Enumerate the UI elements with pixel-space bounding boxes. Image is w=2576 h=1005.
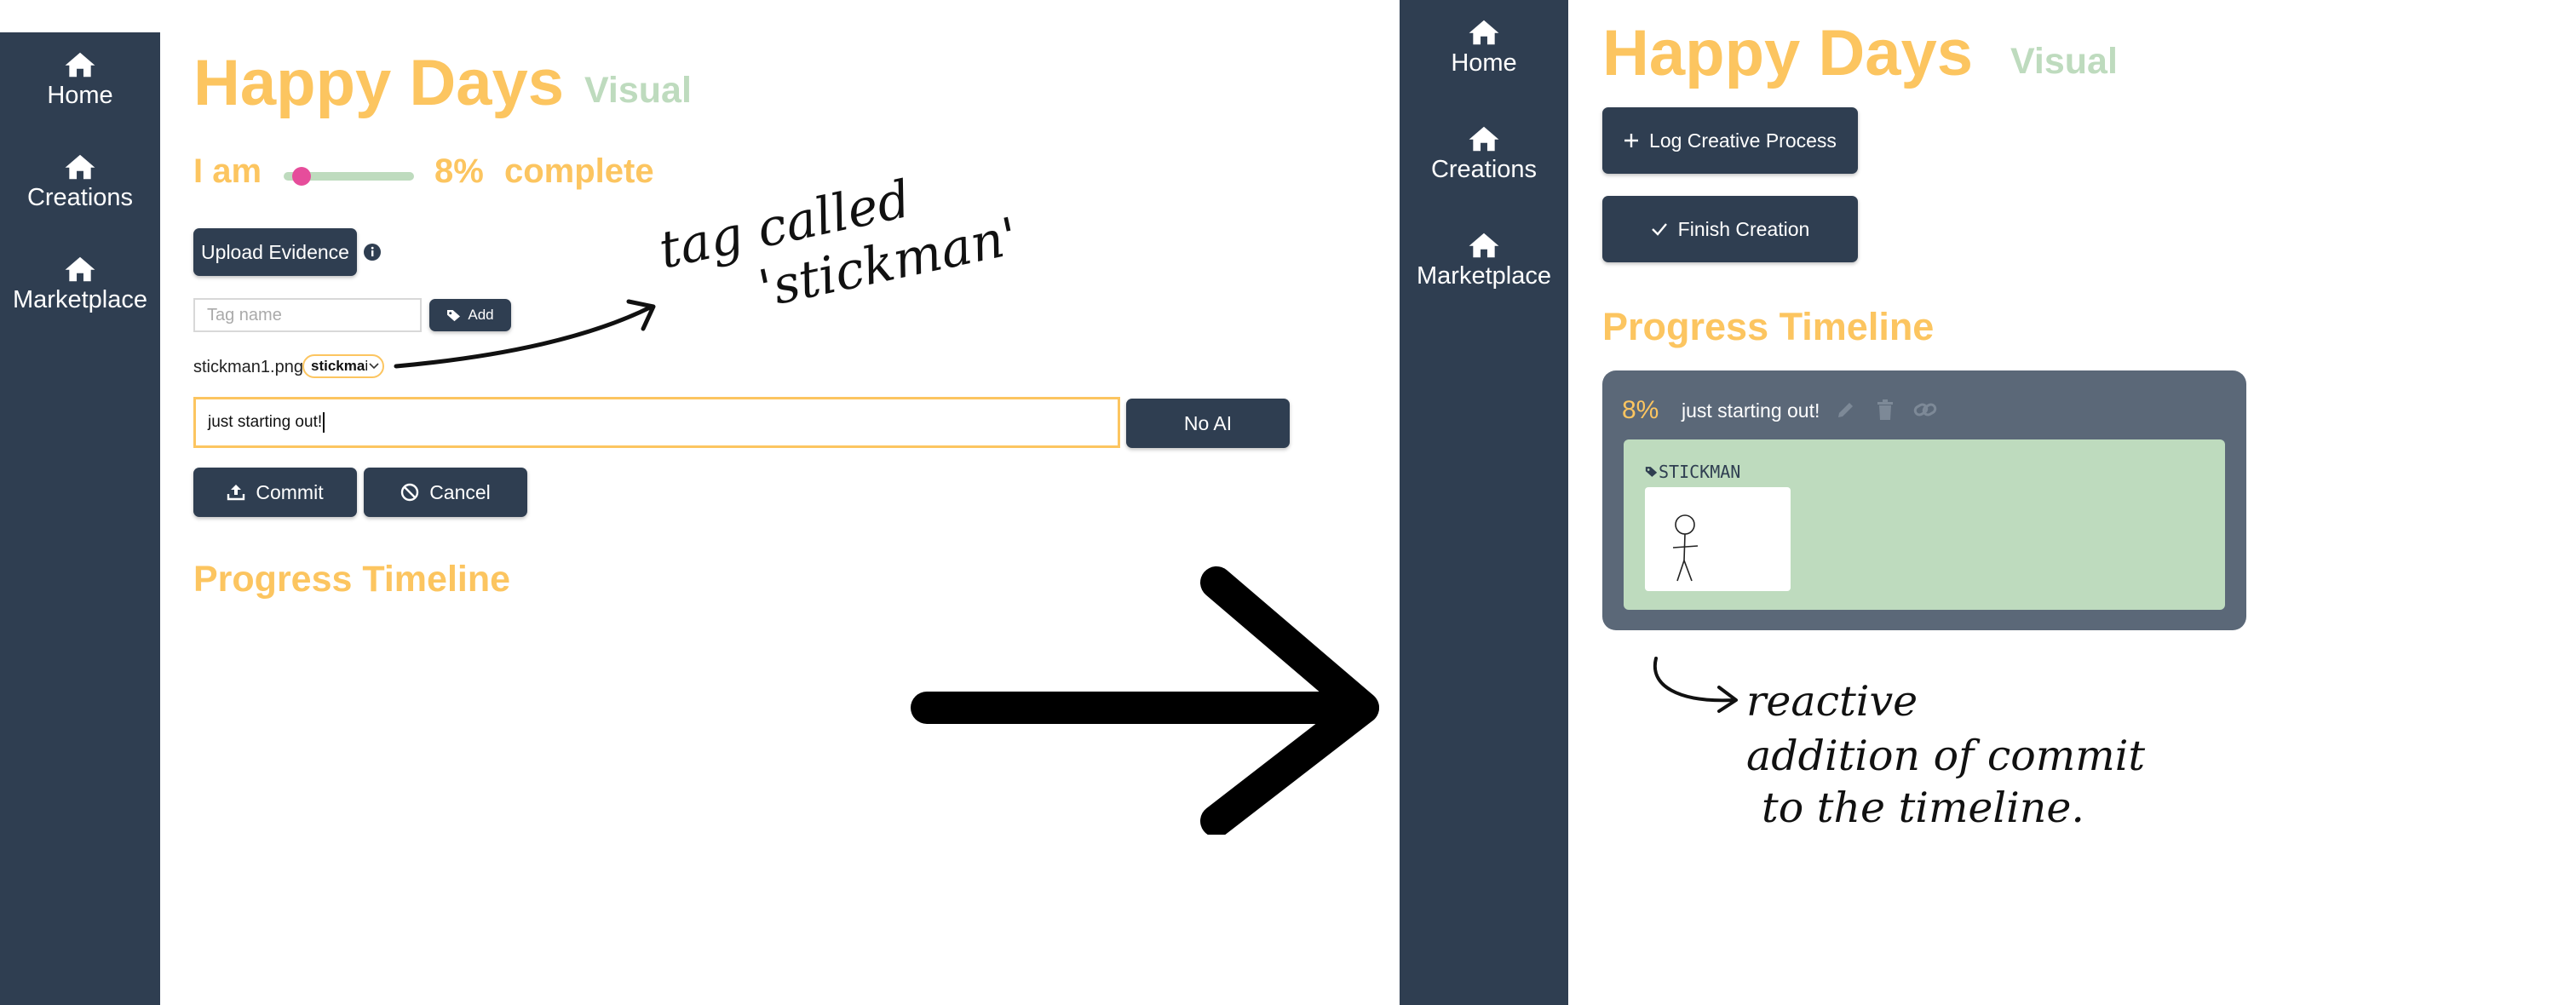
annotation-line: addition of commit: [1746, 732, 2146, 781]
nav-home-label: Home: [47, 82, 113, 109]
annotation-reactive: reactive addition of commit to the timel…: [1746, 677, 2146, 832]
nav-creations-label: Creations: [26, 184, 134, 211]
finish-creation-button[interactable]: Finish Creation: [1602, 196, 1858, 262]
commit-tag: STICKMAN: [1645, 462, 1740, 482]
nav-creations-label: Creations: [1430, 156, 1538, 183]
home-icon: [1469, 20, 1499, 45]
file-name: stickman1.png: [193, 358, 303, 376]
trash-icon[interactable]: [1876, 399, 1895, 421]
nav-creations[interactable]: Creations: [0, 153, 160, 210]
page-title: Happy Days: [193, 47, 565, 119]
no-ai-button[interactable]: No AI: [1126, 399, 1290, 448]
tag-chip-select[interactable]: stickmai: [302, 354, 384, 378]
annotation-arrow-hook: [1653, 657, 1738, 713]
check-icon: [1651, 223, 1667, 236]
tag-chip-label: stickmai: [311, 358, 367, 374]
page-title: Happy Days: [1602, 17, 1974, 89]
nav-marketplace[interactable]: Marketplace: [1400, 232, 1568, 289]
commit-tag-label: STICKMAN: [1659, 462, 1741, 482]
commit-label: Commit: [256, 480, 324, 503]
left-sidebar: Home Creations Marketplace: [0, 32, 160, 1005]
cancel-label: Cancel: [429, 480, 491, 503]
page-subtitle: Visual: [2010, 41, 2118, 82]
annotation-arrow-curved: [394, 299, 656, 369]
cancel-button[interactable]: Cancel: [364, 468, 527, 517]
upload-evidence-label: Upload Evidence: [201, 240, 349, 263]
nav-home[interactable]: Home: [1400, 19, 1568, 76]
upload-evidence-button[interactable]: Upload Evidence: [193, 228, 357, 276]
progress-suffix: complete: [504, 152, 654, 190]
no-ai-label: No AI: [1183, 411, 1233, 434]
evidence-thumbnail[interactable]: [1645, 487, 1791, 591]
log-creative-process-button[interactable]: Log Creative Process: [1602, 107, 1858, 174]
annotation-tag-called: tag called 'stickman': [654, 150, 1023, 338]
link-icon[interactable]: [1913, 400, 1937, 419]
commit-evidence-panel: STICKMAN: [1624, 439, 2225, 610]
nav-home-label: Home: [1451, 49, 1517, 77]
right-sidebar: Home Creations Marketplace: [1400, 0, 1568, 1005]
chevron-down-icon: [369, 363, 379, 370]
edit-icon[interactable]: [1836, 399, 1856, 420]
progress-prefix: I am: [193, 152, 262, 190]
stickman-image: [1672, 514, 1699, 582]
timeline-commit-card: 8% just starting out! STICKMAN: [1602, 370, 2246, 630]
text-cursor: [323, 412, 325, 433]
nav-home[interactable]: Home: [0, 51, 160, 108]
home-icon: [1469, 233, 1499, 258]
annotation-line: to the timeline.: [1762, 783, 2084, 832]
tag-icon: [1645, 467, 1658, 477]
commit-button[interactable]: Commit: [193, 468, 357, 517]
nav-marketplace-label: Marketplace: [1417, 262, 1551, 290]
commit-message-value: just starting out!: [208, 413, 323, 431]
commit-percent: 8%: [1622, 396, 1659, 424]
upload-icon: [227, 485, 245, 501]
nav-marketplace[interactable]: Marketplace: [0, 256, 160, 313]
annotation-line: reactive: [1746, 677, 1918, 726]
progress-timeline-heading: Progress Timeline: [193, 559, 511, 600]
nav-creations[interactable]: Creations: [1400, 125, 1568, 182]
commit-message-input[interactable]: just starting out!: [193, 397, 1120, 448]
nav-marketplace-label: Marketplace: [13, 286, 147, 313]
plus-icon: [1624, 134, 1639, 147]
progress-timeline-heading: Progress Timeline: [1602, 305, 1935, 348]
tag-name-placeholder: Tag name: [207, 305, 282, 324]
progress-percent: 8%: [434, 152, 484, 190]
finish-creation-label: Finish Creation: [1677, 217, 1810, 240]
home-icon: [65, 256, 95, 282]
log-creative-process-label: Log Creative Process: [1649, 129, 1837, 152]
info-icon[interactable]: [363, 243, 382, 261]
home-icon: [65, 52, 95, 78]
page-subtitle: Visual: [584, 70, 692, 111]
progress-slider[interactable]: [284, 167, 414, 186]
home-icon: [1469, 126, 1499, 152]
home-icon: [65, 154, 95, 180]
ban-icon: [400, 483, 419, 502]
transition-arrow: [911, 566, 1379, 835]
commit-message: just starting out!: [1682, 399, 1820, 422]
slider-thumb[interactable]: [292, 167, 311, 186]
